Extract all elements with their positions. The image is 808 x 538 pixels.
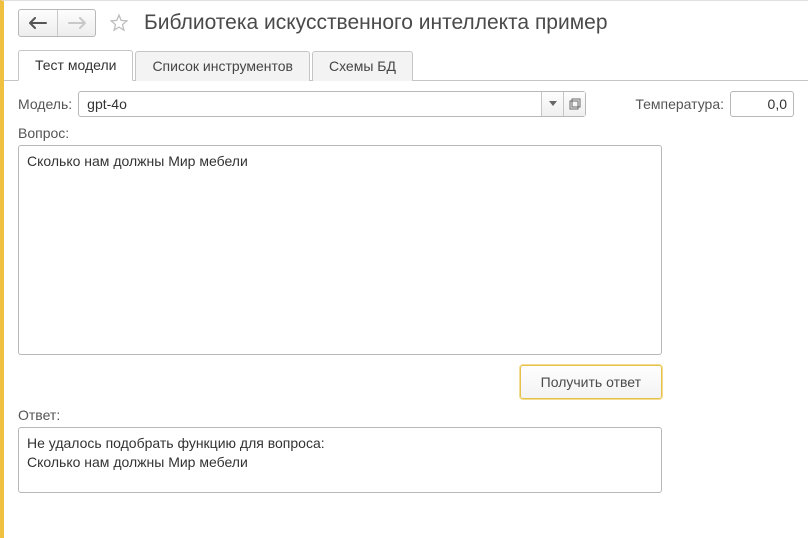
temperature-label: Температура: — [635, 96, 724, 112]
chevron-down-icon — [549, 101, 557, 107]
model-dropdown-button[interactable] — [541, 92, 563, 116]
tabs: Тест модели Список инструментов Схемы БД — [4, 49, 808, 81]
tab-test-model[interactable]: Тест модели — [18, 50, 133, 81]
star-icon — [109, 13, 129, 33]
question-textarea[interactable]: Сколько нам должны Мир мебели — [18, 145, 662, 355]
model-open-button[interactable] — [563, 92, 585, 116]
arrow-right-icon — [68, 17, 86, 29]
form-area: Модель: gpt-4o Температура: 0,0 — [4, 81, 808, 493]
page-title: Библиотека искусственного интеллекта при… — [144, 11, 608, 35]
question-label: Вопрос: — [18, 125, 794, 141]
forward-button[interactable] — [57, 10, 95, 36]
titlebar: Библиотека искусственного интеллекта при… — [4, 1, 808, 43]
nav-buttons — [18, 9, 96, 37]
tab-db-schemas[interactable]: Схемы БД — [312, 51, 413, 81]
answer-text: Не удалось подобрать функцию для вопроса… — [27, 435, 325, 470]
action-row: Получить ответ — [18, 365, 662, 399]
answer-textarea[interactable]: Не удалось подобрать функцию для вопроса… — [18, 427, 662, 493]
open-external-icon — [569, 98, 581, 110]
model-value: gpt-4o — [79, 92, 541, 116]
tab-tools-list[interactable]: Список инструментов — [135, 51, 310, 81]
answer-label: Ответ: — [18, 407, 794, 423]
app-window: Библиотека искусственного интеллекта при… — [0, 0, 808, 538]
temperature-value: 0,0 — [768, 96, 787, 112]
model-row: Модель: gpt-4o Температура: 0,0 — [18, 91, 794, 117]
arrow-left-icon — [29, 17, 47, 29]
question-text: Сколько нам должны Мир мебели — [27, 153, 248, 169]
model-label: Модель: — [18, 96, 72, 112]
temperature-input[interactable]: 0,0 — [730, 91, 794, 117]
model-select[interactable]: gpt-4o — [78, 91, 586, 117]
get-answer-button[interactable]: Получить ответ — [520, 365, 662, 399]
back-button[interactable] — [19, 10, 57, 36]
favorite-toggle[interactable] — [108, 12, 130, 34]
